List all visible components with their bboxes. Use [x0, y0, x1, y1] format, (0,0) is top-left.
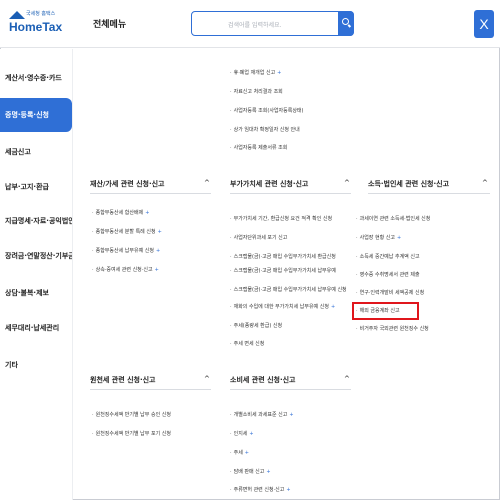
list-item[interactable]: 재화의 수입에 대한 부가가치세 납부유예 신청+	[230, 304, 336, 311]
section-title-withholding: 원천세 관련 신청·신고	[90, 376, 156, 384]
list-item[interactable]: 부가가치세 기간, 환급신청 요건 적격 확인 신청	[230, 216, 333, 223]
list-item[interactable]: 원천징수세액 반기별 납부 포기 신청	[92, 431, 171, 438]
list-item[interactable]: 상가 임대차 확정일자 신청 안내	[230, 127, 300, 134]
list-item[interactable]: 주세 면세 신청	[230, 341, 265, 348]
section-divider	[368, 193, 490, 194]
page-title: 전체메뉴	[93, 20, 127, 30]
list-item[interactable]: 과세이연 관련 소득세·법인세 신청	[356, 216, 431, 223]
list-item[interactable]: 인지세+	[230, 431, 254, 438]
sidebar-item-consulting[interactable]: 상담·불복·제보	[0, 276, 72, 310]
list-item[interactable]: 원천징수세액 반기별 납부 승인 신청	[92, 412, 171, 419]
sidebar-item-certificates[interactable]: 증명·등록·신청	[0, 98, 72, 132]
section-title-corporate: 소득·법인세 관련 신청·신고	[368, 180, 450, 188]
list-item[interactable]: 스크랩물(금)·고금 매입 수입부가가치세 환급신청	[230, 254, 336, 261]
sidebar: 계산서·영수증·카드 증명·등록·신청 세금신고 납부·고지·환급 지급명세·자…	[0, 49, 72, 500]
section-title-excise: 소비세 관련 신청·신고	[230, 376, 296, 384]
search-icon-handle	[347, 24, 352, 28]
list-item[interactable]: 종합부동산세 납부유예 신청+	[92, 248, 161, 255]
list-item[interactable]: 담배 판매 신고+	[230, 469, 271, 476]
hometax-logo[interactable]: 국세청 홈택스 HomeTax	[9, 10, 67, 38]
list-item[interactable]: 사업장 현황 신고+	[356, 235, 402, 242]
section-divider	[230, 193, 351, 194]
list-item[interactable]: 휴·폐업 재개업 신고+	[230, 70, 282, 77]
list-item[interactable]: 주세(종량세 환급) 신청	[230, 323, 282, 330]
sidebar-item-payment[interactable]: 납부·고지·환급	[0, 170, 72, 204]
list-item[interactable]: 개별소비세 과세표준 신고+	[230, 412, 294, 419]
list-item[interactable]: 주류면허 관련 신청·신고+	[230, 487, 291, 494]
collapse-property-icon[interactable]: ^	[204, 179, 210, 187]
search-box[interactable]: 검색어를 입력하세요.	[191, 11, 354, 36]
list-item[interactable]: 소득세 중간예납 추계액 신고	[356, 254, 420, 261]
list-item[interactable]: 비거주자 국외관련 원천징수 신청	[356, 326, 429, 333]
header: 국세청 홈택스 HomeTax 전체메뉴 검색어를 입력하세요. X	[0, 0, 500, 48]
list-item[interactable]: 연구·인력개발비 세액공제 신청	[356, 290, 425, 297]
list-item[interactable]: 스크랩물(금)·고금 매입 수입부가가치세 납부유예	[230, 268, 336, 275]
section-divider	[90, 193, 211, 194]
section-divider	[230, 389, 351, 390]
sidebar-item-etc[interactable]: 기타	[0, 348, 72, 382]
logo-text: HomeTax	[9, 20, 63, 34]
sidebar-item-tax-filing[interactable]: 세금신고	[0, 135, 72, 169]
sidebar-item-statements[interactable]: 지급명세·자료·공익법인	[0, 204, 72, 238]
collapse-withholding-icon[interactable]: ^	[204, 375, 210, 383]
close-button[interactable]: X	[474, 10, 494, 38]
list-item[interactable]: 스크랩물(금)·고금 매입 수입부가가치세 납부유예 신청	[230, 287, 347, 294]
sidebar-divider	[72, 49, 73, 500]
logo-roof-icon	[9, 11, 25, 19]
logo-subtitle: 국세청 홈택스	[26, 11, 56, 17]
list-item[interactable]: 영수증 수취명세서 관련 제출	[356, 272, 420, 279]
collapse-corporate-icon[interactable]: ^	[482, 179, 488, 187]
list-item[interactable]: 종합부동산세 분할 특례 신청+	[92, 229, 162, 236]
list-item[interactable]: 사업자단위과세 포기 신고	[230, 235, 288, 242]
section-title-property: 재산/가세 관련 신청·신고	[90, 180, 165, 188]
list-item[interactable]: 상속·증여세 관련 신청·신고+	[92, 267, 159, 274]
search-input[interactable]: 검색어를 입력하세요.	[228, 20, 282, 29]
collapse-excise-icon[interactable]: ^	[344, 375, 350, 383]
section-divider	[90, 389, 211, 390]
collapse-vat-icon[interactable]: ^	[344, 179, 350, 187]
list-item[interactable]: 종합부동산세 합산배제+	[92, 210, 150, 217]
section-title-vat: 부가가치세 관련 신청·신고	[230, 180, 309, 188]
list-item[interactable]: 자료신고 처리결과 조회	[230, 89, 283, 96]
sidebar-item-incentives[interactable]: 장려금·연말정산·기부금	[0, 239, 72, 273]
list-item[interactable]: 사업자등록 제출서류 조회	[230, 145, 288, 152]
list-item[interactable]: 사업자등록 조회(사업자등록상태)	[230, 108, 304, 115]
search-button[interactable]	[338, 11, 354, 36]
sidebar-item-invoices[interactable]: 계산서·영수증·카드	[0, 61, 72, 95]
sidebar-item-tax-agent[interactable]: 세무대리·납세관리	[0, 311, 72, 345]
list-item[interactable]: 주세+	[230, 450, 249, 457]
highlight-box	[352, 302, 419, 320]
